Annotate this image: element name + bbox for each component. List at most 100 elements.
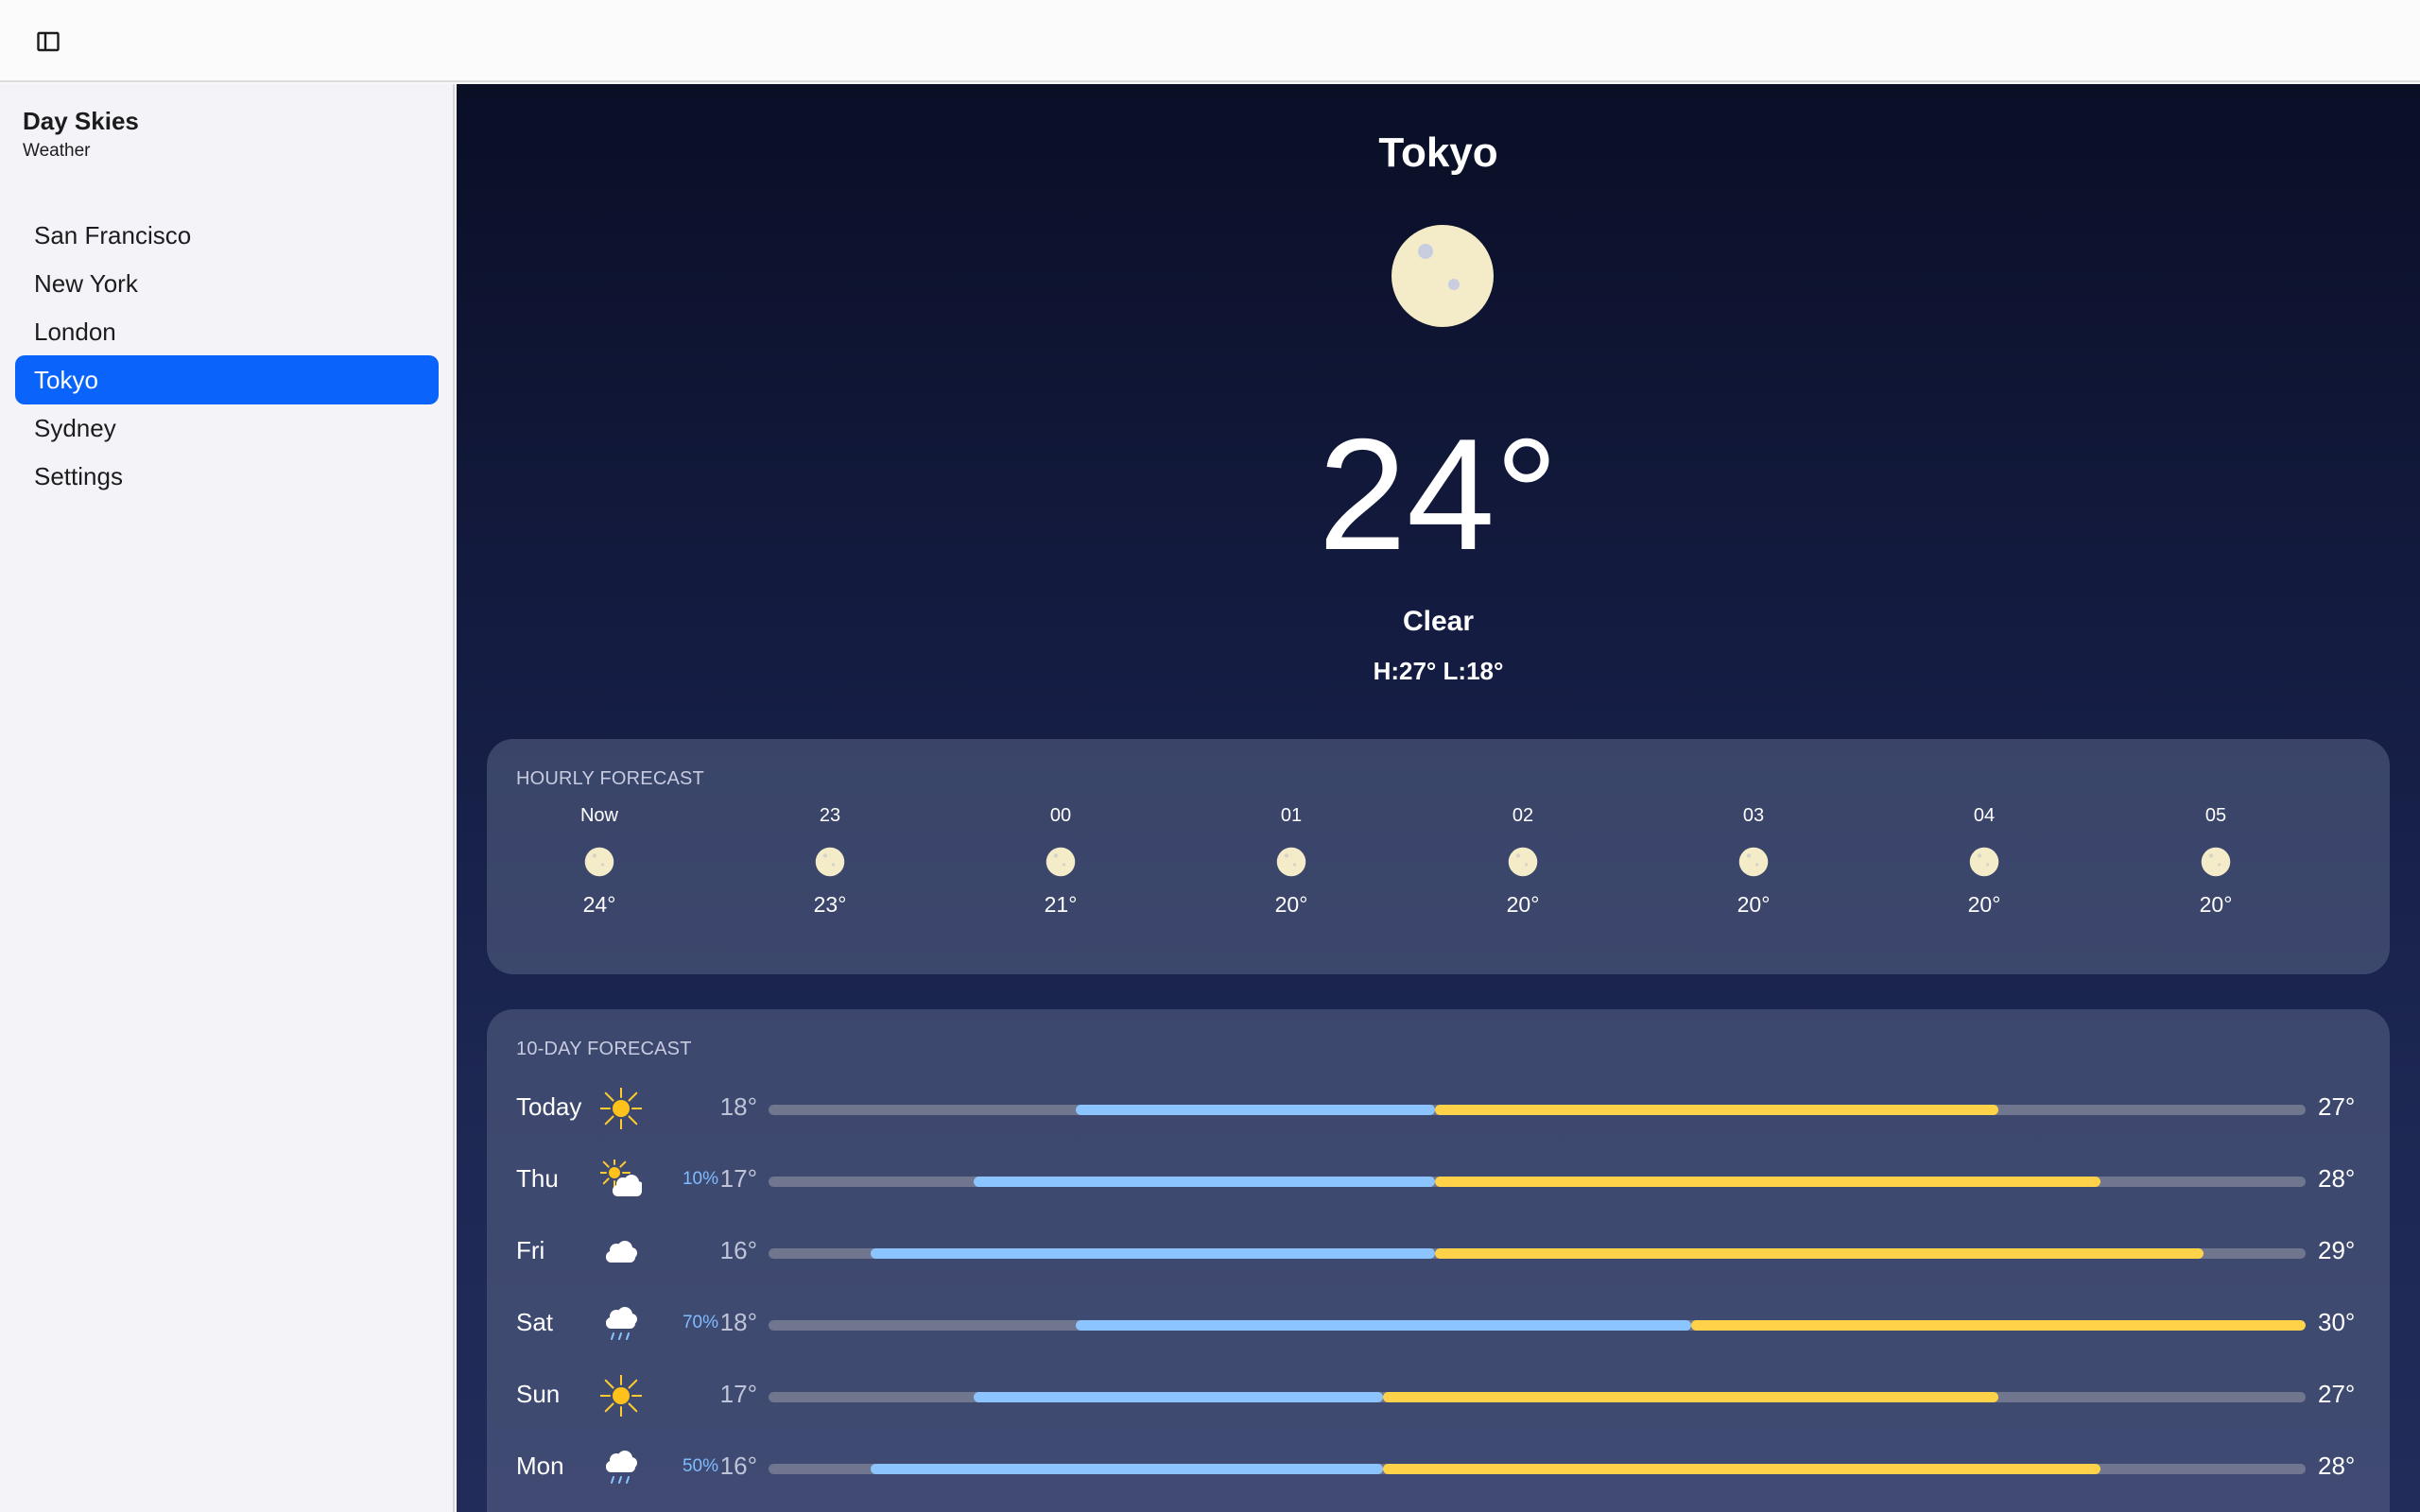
- sun-icon: [600, 1088, 642, 1129]
- ten-day-forecast-card: 10-DAY FORECAST Today 18° 27° Thu 10% 17° 28° F…: [487, 1009, 2390, 1512]
- sidebar-item-sydney[interactable]: Sydney: [15, 404, 439, 453]
- forecast-day: Today: [516, 1092, 582, 1121]
- hourly-temp: 21°: [1044, 892, 1078, 917]
- cool-range-segment: [871, 1464, 1384, 1474]
- high-low: H:27° L:18°: [1373, 657, 1504, 685]
- hourly-time: 02: [1512, 805, 1534, 826]
- moon-icon: [1738, 847, 1769, 877]
- sun-icon: [600, 1375, 642, 1417]
- moon-icon: [1969, 847, 1999, 877]
- high-temp: 30°: [2318, 1308, 2356, 1336]
- hourly-time: Now: [579, 805, 618, 826]
- sidebar-nav: San Francisco New York London Tokyo Sydn…: [15, 211, 439, 500]
- rain-icon: [606, 1451, 637, 1484]
- forecast-row: Sat 70% 18° 30°: [487, 1294, 2390, 1350]
- sidebar: Day Skies Weather San Francisco New York…: [0, 84, 455, 1512]
- high-temp: 27°: [2318, 1380, 2356, 1408]
- sidebar-toggle-button[interactable]: [30, 25, 66, 59]
- cool-range-segment: [973, 1177, 1435, 1187]
- hourly-time: 23: [819, 805, 841, 826]
- rain-icon: [606, 1307, 637, 1340]
- hourly-temp: 20°: [1737, 892, 1771, 917]
- sidebar-item-tokyo[interactable]: Tokyo: [15, 355, 439, 404]
- hourly-item: 05 20°: [2159, 801, 2273, 918]
- warm-range-segment: [1383, 1464, 2101, 1474]
- warm-range-segment: [1383, 1392, 1998, 1402]
- hourly-forecast-card: HOURLY FORECAST Now 24° 23 23° 00 21° 01 20° 02 2…: [487, 739, 2390, 974]
- moon-icon: [1508, 847, 1538, 877]
- hourly-time: 00: [1049, 805, 1072, 826]
- toolbar: [0, 0, 2420, 82]
- ten-day-forecast-title: 10-DAY FORECAST: [516, 1039, 692, 1059]
- app-title: Day Skies: [23, 107, 139, 135]
- hourly-item: 00 21°: [1004, 801, 1117, 918]
- partly-cloudy-icon: [600, 1160, 642, 1196]
- forecast-day: Thu: [516, 1164, 559, 1193]
- forecast-row: Sun 17° 27°: [487, 1366, 2390, 1422]
- hourly-item: 02 20°: [1466, 801, 1580, 918]
- moon-icon: [1276, 847, 1306, 877]
- temperature-range-bar: [769, 1392, 2306, 1402]
- hourly-time: 04: [1973, 805, 1996, 826]
- low-temp: 18°: [719, 1308, 757, 1336]
- warm-range-segment: [1434, 1177, 2101, 1187]
- low-temp: 17°: [719, 1380, 757, 1408]
- temperature-range-bar: [769, 1320, 2306, 1331]
- hourly-temp: 20°: [2199, 892, 2233, 917]
- hourly-item: Now 24°: [543, 801, 656, 918]
- moon-icon: [1046, 847, 1076, 877]
- moon-icon: [2201, 847, 2231, 877]
- hourly-time: 01: [1280, 805, 1303, 826]
- hourly-item: 01 20°: [1235, 801, 1348, 918]
- hourly-item: 04 20°: [1927, 801, 2041, 918]
- sidebar-item-settings[interactable]: Settings: [15, 452, 439, 501]
- hourly-temp: 20°: [1967, 892, 2001, 917]
- forecast-day: Sun: [516, 1380, 561, 1408]
- high-temp: 28°: [2318, 1164, 2356, 1193]
- high-temp: 28°: [2318, 1452, 2356, 1480]
- hourly-temp: 20°: [1274, 892, 1308, 917]
- moon-icon: [1392, 225, 1494, 327]
- forecast-day: Sat: [516, 1308, 554, 1336]
- hourly-time: 03: [1742, 805, 1765, 826]
- forecast-day: Fri: [516, 1236, 545, 1264]
- hourly-item: 23 23°: [773, 801, 887, 918]
- forecast-row: Mon 50% 16° 28°: [487, 1437, 2390, 1494]
- high-temp: 27°: [2318, 1092, 2356, 1121]
- hourly-temp: 20°: [1506, 892, 1540, 917]
- cloud-icon: [606, 1241, 637, 1263]
- low-temp: 18°: [719, 1092, 757, 1121]
- temperature-range-bar: [769, 1177, 2306, 1187]
- current-temperature: 24°: [1318, 405, 1559, 583]
- hourly-forecast-title: HOURLY FORECAST: [516, 768, 704, 789]
- cool-range-segment: [973, 1392, 1384, 1402]
- low-temp: 16°: [719, 1236, 757, 1264]
- cool-range-segment: [871, 1248, 1435, 1259]
- temperature-range-bar: [769, 1105, 2306, 1115]
- moon-icon: [815, 847, 845, 877]
- temperature-range-bar: [769, 1248, 2306, 1259]
- warm-range-segment: [1434, 1105, 1998, 1115]
- forecast-day: Mon: [516, 1452, 564, 1480]
- hourly-time: 05: [2204, 805, 2227, 826]
- sidebar-item-new-york[interactable]: New York: [15, 259, 439, 308]
- sidebar-item-london[interactable]: London: [15, 307, 439, 356]
- forecast-row: Fri 16° 29°: [487, 1222, 2390, 1279]
- cool-range-segment: [1076, 1320, 1691, 1331]
- forecast-row: Today 18° 27°: [487, 1078, 2390, 1135]
- app-subtitle: Weather: [23, 141, 91, 161]
- moon-icon: [584, 847, 614, 877]
- temperature-range-bar: [769, 1464, 2306, 1474]
- forecast-row: Thu 10% 17° 28°: [487, 1150, 2390, 1207]
- warm-range-segment: [1690, 1320, 2306, 1331]
- current-condition: Clear: [1402, 606, 1475, 637]
- high-temp: 29°: [2318, 1236, 2356, 1264]
- hourly-item: 03 20°: [1697, 801, 1810, 918]
- warm-range-segment: [1434, 1248, 2204, 1259]
- hourly-temp: 24°: [582, 892, 616, 917]
- cool-range-segment: [1076, 1105, 1435, 1115]
- sidebar-item-san-francisco[interactable]: San Francisco: [15, 211, 439, 260]
- low-temp: 17°: [719, 1164, 757, 1193]
- hourly-temp: 23°: [813, 892, 847, 917]
- weather-detail: Tokyo 24° Clear H:27° L:18° HOURLY FOREC…: [457, 84, 2420, 1512]
